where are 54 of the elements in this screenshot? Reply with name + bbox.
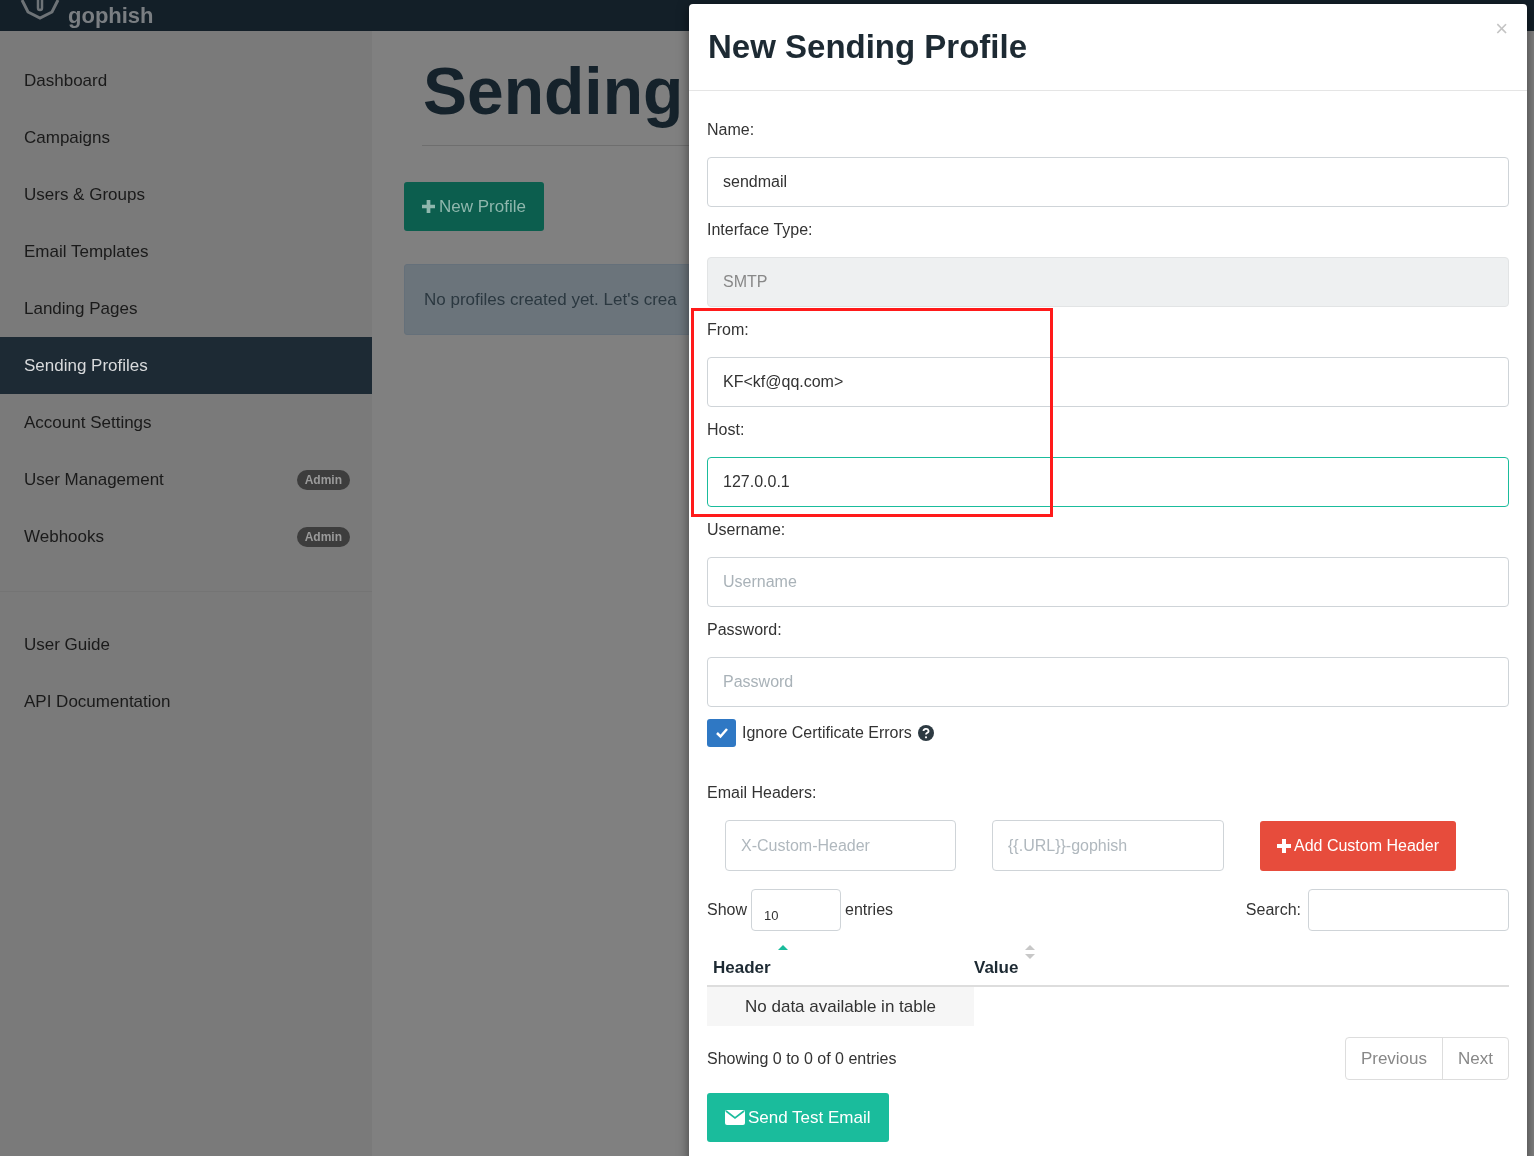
show-label: Show [707, 900, 748, 920]
search-label: Search: [1245, 900, 1301, 920]
column-header[interactable]: Header [713, 957, 771, 979]
help-icon[interactable] [917, 725, 934, 741]
column-header[interactable]: Value [974, 957, 1019, 979]
admin-badge: Admin [296, 469, 350, 490]
plus-icon [422, 200, 435, 213]
envelope-icon [725, 1110, 745, 1125]
sidebar-item[interactable]: Email Templates [0, 223, 372, 280]
plus-icon [1277, 838, 1291, 853]
field-label: Interface Type: [707, 220, 813, 240]
input-field[interactable]: 127.0.0.1 [707, 457, 1509, 507]
sidebar-item[interactable]: Sending Profiles [0, 337, 372, 394]
alert-text: No profiles created yet. Let's crea [424, 288, 677, 311]
sidebar-item[interactable]: Users & Groups [0, 166, 372, 223]
modal-title: New Sending Profile [708, 27, 1028, 68]
sidebar-link[interactable]: User Guide [0, 616, 372, 673]
sidebar-item[interactable]: Campaigns [0, 109, 372, 166]
table-cell: No data available in table [707, 987, 974, 1026]
page-title: Sending [423, 53, 684, 130]
admin-badge: Admin [296, 526, 350, 547]
section-label: Email Headers: [707, 783, 817, 803]
page-length-select[interactable]: 10 [751, 889, 842, 931]
input-field[interactable]: sendmail [707, 157, 1509, 207]
table-info: Showing 0 to 0 of 0 entries [707, 1048, 897, 1069]
add-header-button[interactable]: Add Custom Header [1260, 820, 1456, 871]
check-icon [714, 727, 729, 739]
input-field[interactable]: Password [707, 657, 1509, 707]
search-field[interactable] [1308, 889, 1509, 931]
field-label: From: [707, 320, 749, 340]
input-field[interactable]: {{.URL}}-gophish [992, 820, 1224, 871]
checkbox-label: Ignore Certificate Errors [742, 723, 912, 743]
input-field[interactable]: X-Custom-Header [725, 820, 956, 871]
pagination-button[interactable]: Next [1442, 1038, 1508, 1079]
input-field[interactable]: Username [707, 557, 1509, 607]
pagination-button[interactable]: Previous [1345, 1038, 1443, 1079]
field-label: Host: [707, 420, 745, 440]
entries-label: entries [845, 900, 894, 920]
sidebar-link[interactable]: API Documentation [0, 673, 372, 730]
sidebar-item[interactable]: Webhooks Admin [0, 508, 372, 565]
sidebar-item[interactable]: Landing Pages [0, 280, 372, 337]
field-label: Name: [707, 120, 755, 140]
field-label: Password: [707, 620, 782, 640]
sidebar-item[interactable]: Dashboard [0, 52, 372, 109]
logo-icon [18, 0, 62, 22]
new-profile-button[interactable]: New Profile [404, 182, 544, 231]
field-label: Username: [707, 520, 786, 540]
send-test-email-button[interactable]: Send Test Email [707, 1093, 889, 1142]
input-field[interactable]: KF<kf@qq.com> [707, 357, 1509, 407]
sidebar-item[interactable]: User Management Admin [0, 451, 372, 508]
sort-icon[interactable] [1024, 943, 1037, 961]
sidebar-item[interactable]: Account Settings [0, 394, 372, 451]
logo-text[interactable]: gophish [68, 4, 154, 27]
checkbox[interactable] [707, 719, 736, 747]
